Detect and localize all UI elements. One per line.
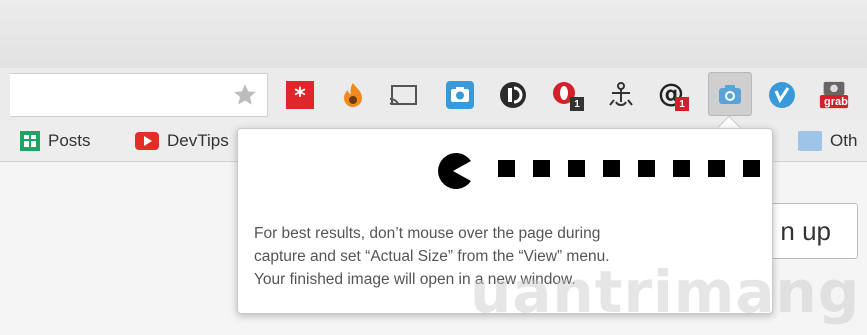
bookmark-label: Posts: [48, 131, 91, 150]
progress-dot: [708, 160, 725, 177]
camera-icon[interactable]: [444, 79, 476, 111]
progress-dot: [743, 160, 760, 177]
signup-label: n up: [780, 215, 831, 246]
progress-dot: [638, 160, 655, 177]
watermark-text: uantrimang: [470, 258, 861, 326]
opera-icon[interactable]: 1: [550, 79, 584, 111]
star-icon[interactable]: [232, 82, 258, 108]
lastpass-icon[interactable]: *: [284, 79, 316, 111]
cast-icon[interactable]: [387, 79, 419, 111]
progress-dot: [673, 160, 690, 177]
message-line: For best results, don’t mouse over the p…: [254, 225, 601, 242]
folder-icon: [798, 131, 822, 151]
grab-icon[interactable]: grab: [818, 79, 850, 111]
vimeo-icon[interactable]: [766, 79, 798, 111]
capture-camera-icon[interactable]: [714, 79, 746, 111]
grab-label: grab: [824, 96, 848, 108]
youtube-icon: [135, 132, 159, 150]
disconnect-icon[interactable]: [497, 79, 529, 111]
progress-dot: [533, 160, 550, 177]
progress-dot: [603, 160, 620, 177]
bookmark-label: DevTips: [167, 131, 229, 150]
opera-badge: 1: [570, 97, 584, 111]
mail-badge: 1: [675, 97, 689, 111]
bookmark-devtips[interactable]: DevTips: [135, 130, 229, 152]
bug-icon[interactable]: [604, 79, 636, 111]
pacman-progress-icon: [438, 153, 471, 189]
address-bar[interactable]: [10, 73, 268, 117]
svg-text:*: *: [294, 84, 306, 109]
bookmark-label: Oth: [830, 131, 858, 150]
bookmark-posts[interactable]: Posts: [20, 130, 91, 152]
at-mail-icon[interactable]: @ 1: [657, 79, 689, 111]
bookmark-other[interactable]: Oth: [798, 130, 857, 152]
browser-title-area: [0, 0, 867, 68]
signup-button[interactable]: n up: [760, 203, 858, 259]
progress-dot: [498, 160, 515, 177]
progress-dot: [568, 160, 585, 177]
fire-icon[interactable]: [337, 79, 369, 111]
sheets-icon: [20, 131, 40, 151]
